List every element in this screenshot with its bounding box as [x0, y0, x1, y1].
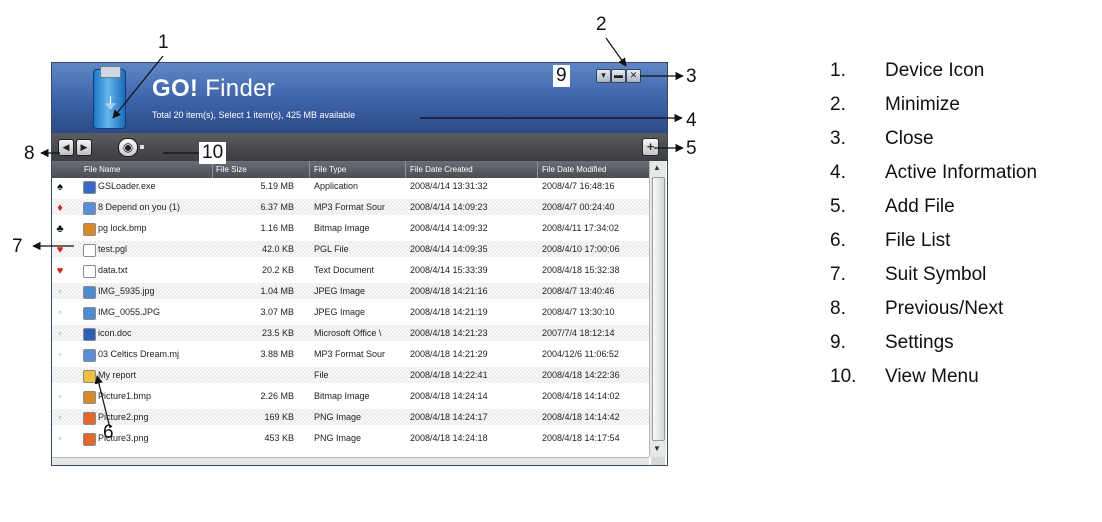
legend-text: View Menu	[885, 366, 979, 387]
legend-text: File List	[885, 230, 951, 251]
legend-text: Minimize	[885, 94, 960, 115]
legend-number: 5.	[830, 196, 846, 217]
callout-arrow-2	[605, 37, 627, 67]
callout-2: 2	[596, 14, 607, 35]
legend-number: 8.	[830, 298, 846, 319]
callout-3: 3	[686, 66, 697, 87]
callout-10: 10	[199, 142, 227, 164]
callout-arrow-1	[112, 55, 164, 119]
callout-5: 5	[686, 138, 697, 159]
legend-number: 1.	[830, 60, 846, 81]
callout-1: 1	[158, 32, 169, 53]
legend-item: 2. Minimize	[830, 94, 1100, 124]
callout-9: 9	[553, 65, 570, 87]
legend-text: Close	[885, 128, 934, 149]
legend-number: 7.	[830, 264, 846, 285]
legend-number: 9.	[830, 332, 846, 353]
callout-8: 8	[24, 143, 35, 164]
legend-item: 3. Close	[830, 128, 1100, 158]
callout-arrow-6	[94, 375, 111, 429]
legend-item: 7. Suit Symbol	[830, 264, 1100, 294]
legend-text: Suit Symbol	[885, 264, 987, 285]
legend-text: Active Information	[885, 162, 1038, 183]
legend-number: 4.	[830, 162, 846, 183]
legend-text: Previous/Next	[885, 298, 1004, 319]
callout-7: 7	[12, 236, 23, 257]
legend-item: 4. Active Information	[830, 162, 1100, 192]
callout-6: 6	[103, 422, 114, 443]
callout-arrows	[32, 37, 684, 429]
legend-number: 10.	[830, 366, 857, 387]
legend-item: 1. Device Icon	[830, 60, 1100, 90]
legend-item: 9. Settings	[830, 332, 1100, 362]
legend-text: Add File	[885, 196, 955, 217]
legend-item: 6. File List	[830, 230, 1100, 260]
legend-number: 2.	[830, 94, 846, 115]
legend-item: 5. Add File	[830, 196, 1100, 226]
callout-4: 4	[686, 110, 697, 131]
legend-text: Device Icon	[885, 60, 985, 81]
legend-text: Settings	[885, 332, 954, 353]
legend-number: 6.	[830, 230, 846, 251]
legend-item: 10. View Menu	[830, 366, 1100, 396]
legend-item: 8. Previous/Next	[830, 298, 1100, 328]
legend-number: 3.	[830, 128, 846, 149]
